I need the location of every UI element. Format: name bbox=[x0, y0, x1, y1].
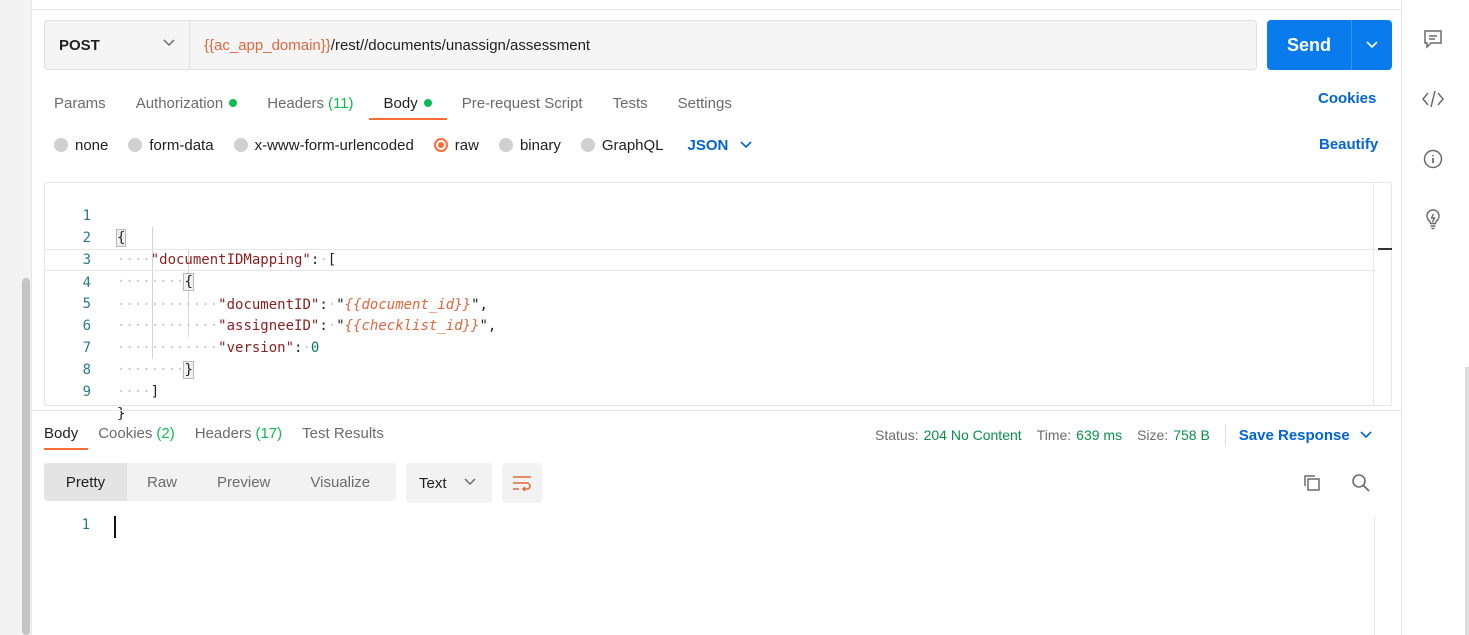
radio-icon bbox=[54, 138, 68, 152]
wrap-lines-icon bbox=[513, 476, 531, 491]
code-snippet-button[interactable] bbox=[1420, 86, 1446, 112]
tab-pre-request-script[interactable]: Pre-request Script bbox=[447, 88, 598, 118]
copy-response-button[interactable] bbox=[1300, 471, 1324, 495]
body-type-raw[interactable]: raw bbox=[433, 137, 479, 154]
body-language-select[interactable]: JSON bbox=[688, 137, 753, 154]
left-scrollbar-thumb[interactable] bbox=[22, 278, 30, 635]
tab-settings[interactable]: Settings bbox=[663, 88, 747, 118]
view-mode-preview[interactable]: Preview bbox=[197, 463, 290, 501]
save-response-button[interactable]: Save Response bbox=[1239, 427, 1372, 444]
code-icon bbox=[1422, 90, 1444, 108]
view-mode-pretty[interactable]: Pretty bbox=[44, 463, 127, 501]
send-button-group: Send bbox=[1267, 20, 1392, 70]
body-type-none[interactable]: none bbox=[54, 137, 108, 154]
code-line-current: 4 ············"documentID":·"{{document_… bbox=[45, 249, 1375, 313]
beautify-link[interactable]: Beautify bbox=[1319, 136, 1378, 153]
search-response-button[interactable] bbox=[1349, 471, 1373, 495]
code-line: 2 ····"documentIDMapping":·[ bbox=[82, 230, 337, 268]
view-mode-visualize[interactable]: Visualize bbox=[290, 463, 390, 501]
body-type-options: none form-data x-www-form-urlencoded raw… bbox=[54, 133, 752, 157]
response-size[interactable]: Size: 758 B bbox=[1137, 427, 1210, 443]
url-input[interactable]: {{ac_app_domain}}/rest//documents/unassi… bbox=[190, 21, 1256, 69]
chevron-down-icon bbox=[163, 39, 175, 47]
copy-icon bbox=[1304, 475, 1320, 491]
headers-count: (11) bbox=[327, 94, 354, 112]
radio-icon bbox=[498, 138, 513, 152]
authorization-status-dot bbox=[229, 99, 238, 107]
response-tab-test-results[interactable]: Test Results bbox=[292, 418, 394, 448]
response-tab-body[interactable]: Body bbox=[44, 418, 89, 450]
response-divider[interactable] bbox=[32, 410, 1401, 411]
url-variable: {{ac_app_domain}} bbox=[204, 36, 331, 54]
response-time[interactable]: Time: 639 ms bbox=[1037, 427, 1122, 443]
code-line: 5 ············"assigneeID":·"{{checklist… bbox=[82, 296, 497, 334]
info-button[interactable] bbox=[1420, 146, 1446, 172]
info-icon bbox=[1423, 149, 1443, 169]
response-scrollbar[interactable] bbox=[1374, 516, 1392, 635]
response-format-select[interactable]: Text bbox=[406, 463, 492, 503]
lightbulb-icon bbox=[1426, 209, 1440, 230]
chevron-down-icon bbox=[464, 478, 476, 486]
method-select[interactable]: POST bbox=[45, 21, 190, 69]
method-label: POST bbox=[59, 36, 100, 54]
response-body-viewer[interactable] bbox=[44, 516, 1392, 635]
code-line: 8 ····] bbox=[82, 362, 160, 400]
body-type-form-data[interactable]: form-data bbox=[128, 137, 214, 154]
wrap-lines-button[interactable] bbox=[502, 463, 542, 503]
editor-scrollbar[interactable] bbox=[1373, 183, 1392, 405]
code-line: 6 ············"version":·0 bbox=[82, 318, 320, 356]
body-type-graphql[interactable]: GraphQL bbox=[580, 137, 664, 154]
send-button[interactable]: Send bbox=[1267, 20, 1351, 70]
tab-tests[interactable]: Tests bbox=[598, 88, 663, 118]
body-type-urlencoded[interactable]: x-www-form-urlencoded bbox=[233, 137, 414, 154]
code-line: 1 { bbox=[82, 208, 127, 247]
chevron-down-icon bbox=[1366, 41, 1378, 49]
response-status[interactable]: Status: 204 No Content bbox=[875, 427, 1022, 443]
window-edge-scrollbar[interactable] bbox=[1465, 367, 1469, 635]
meta-separator bbox=[1224, 424, 1226, 446]
right-sidebar bbox=[1401, 0, 1469, 635]
view-mode-raw[interactable]: Raw bbox=[127, 463, 197, 501]
search-icon bbox=[1352, 474, 1370, 492]
chevron-down-icon bbox=[1360, 431, 1372, 439]
cursor-position-marker bbox=[1378, 248, 1392, 250]
radio-icon bbox=[580, 138, 595, 152]
response-line-number: 1 bbox=[81, 517, 90, 533]
tab-params[interactable]: Params bbox=[54, 88, 121, 118]
request-body-editor[interactable]: 1 { 2 ····"documentIDMapping":·[ 3 ·····… bbox=[44, 182, 1392, 422]
response-tabs: Body Cookies (2) Headers (17) Test Results bbox=[44, 418, 394, 450]
code-line: 3 ········{ bbox=[82, 252, 194, 291]
response-tab-cookies[interactable]: Cookies (2) bbox=[88, 418, 185, 448]
radio-icon bbox=[233, 138, 248, 152]
radio-icon bbox=[128, 138, 143, 152]
code-line: 7 ········} bbox=[82, 340, 194, 379]
top-tab-strip-edge bbox=[32, 0, 1401, 10]
chevron-down-icon bbox=[740, 141, 752, 149]
tab-authorization[interactable]: Authorization bbox=[121, 88, 253, 118]
tab-body[interactable]: Body bbox=[368, 88, 447, 120]
radio-selected-icon bbox=[433, 138, 448, 152]
code-line: 9 } bbox=[82, 384, 126, 422]
url-path: /rest//documents/unassign/assessment bbox=[330, 36, 591, 54]
tab-headers[interactable]: Headers (11) bbox=[252, 88, 368, 118]
text-caret bbox=[114, 516, 116, 538]
body-status-dot bbox=[423, 99, 432, 107]
comments-button[interactable] bbox=[1420, 26, 1446, 52]
cookies-link[interactable]: Cookies bbox=[1318, 90, 1376, 107]
related-collections-button[interactable] bbox=[1420, 206, 1446, 232]
response-meta: Status: 204 No Content Time: 639 ms Size: 7… bbox=[875, 424, 1372, 446]
request-url-bar: POST {{ac_app_domain}}/rest//documents/u… bbox=[44, 20, 1257, 70]
send-options-button[interactable] bbox=[1351, 20, 1392, 70]
response-view-modes: Pretty Raw Preview Visualize bbox=[44, 463, 396, 501]
body-type-binary[interactable]: binary bbox=[498, 137, 561, 154]
comment-icon bbox=[1424, 30, 1442, 49]
request-tabs: Params Authorization Headers (11) Body Pr… bbox=[54, 88, 747, 120]
response-tab-headers[interactable]: Headers (17) bbox=[185, 418, 292, 448]
